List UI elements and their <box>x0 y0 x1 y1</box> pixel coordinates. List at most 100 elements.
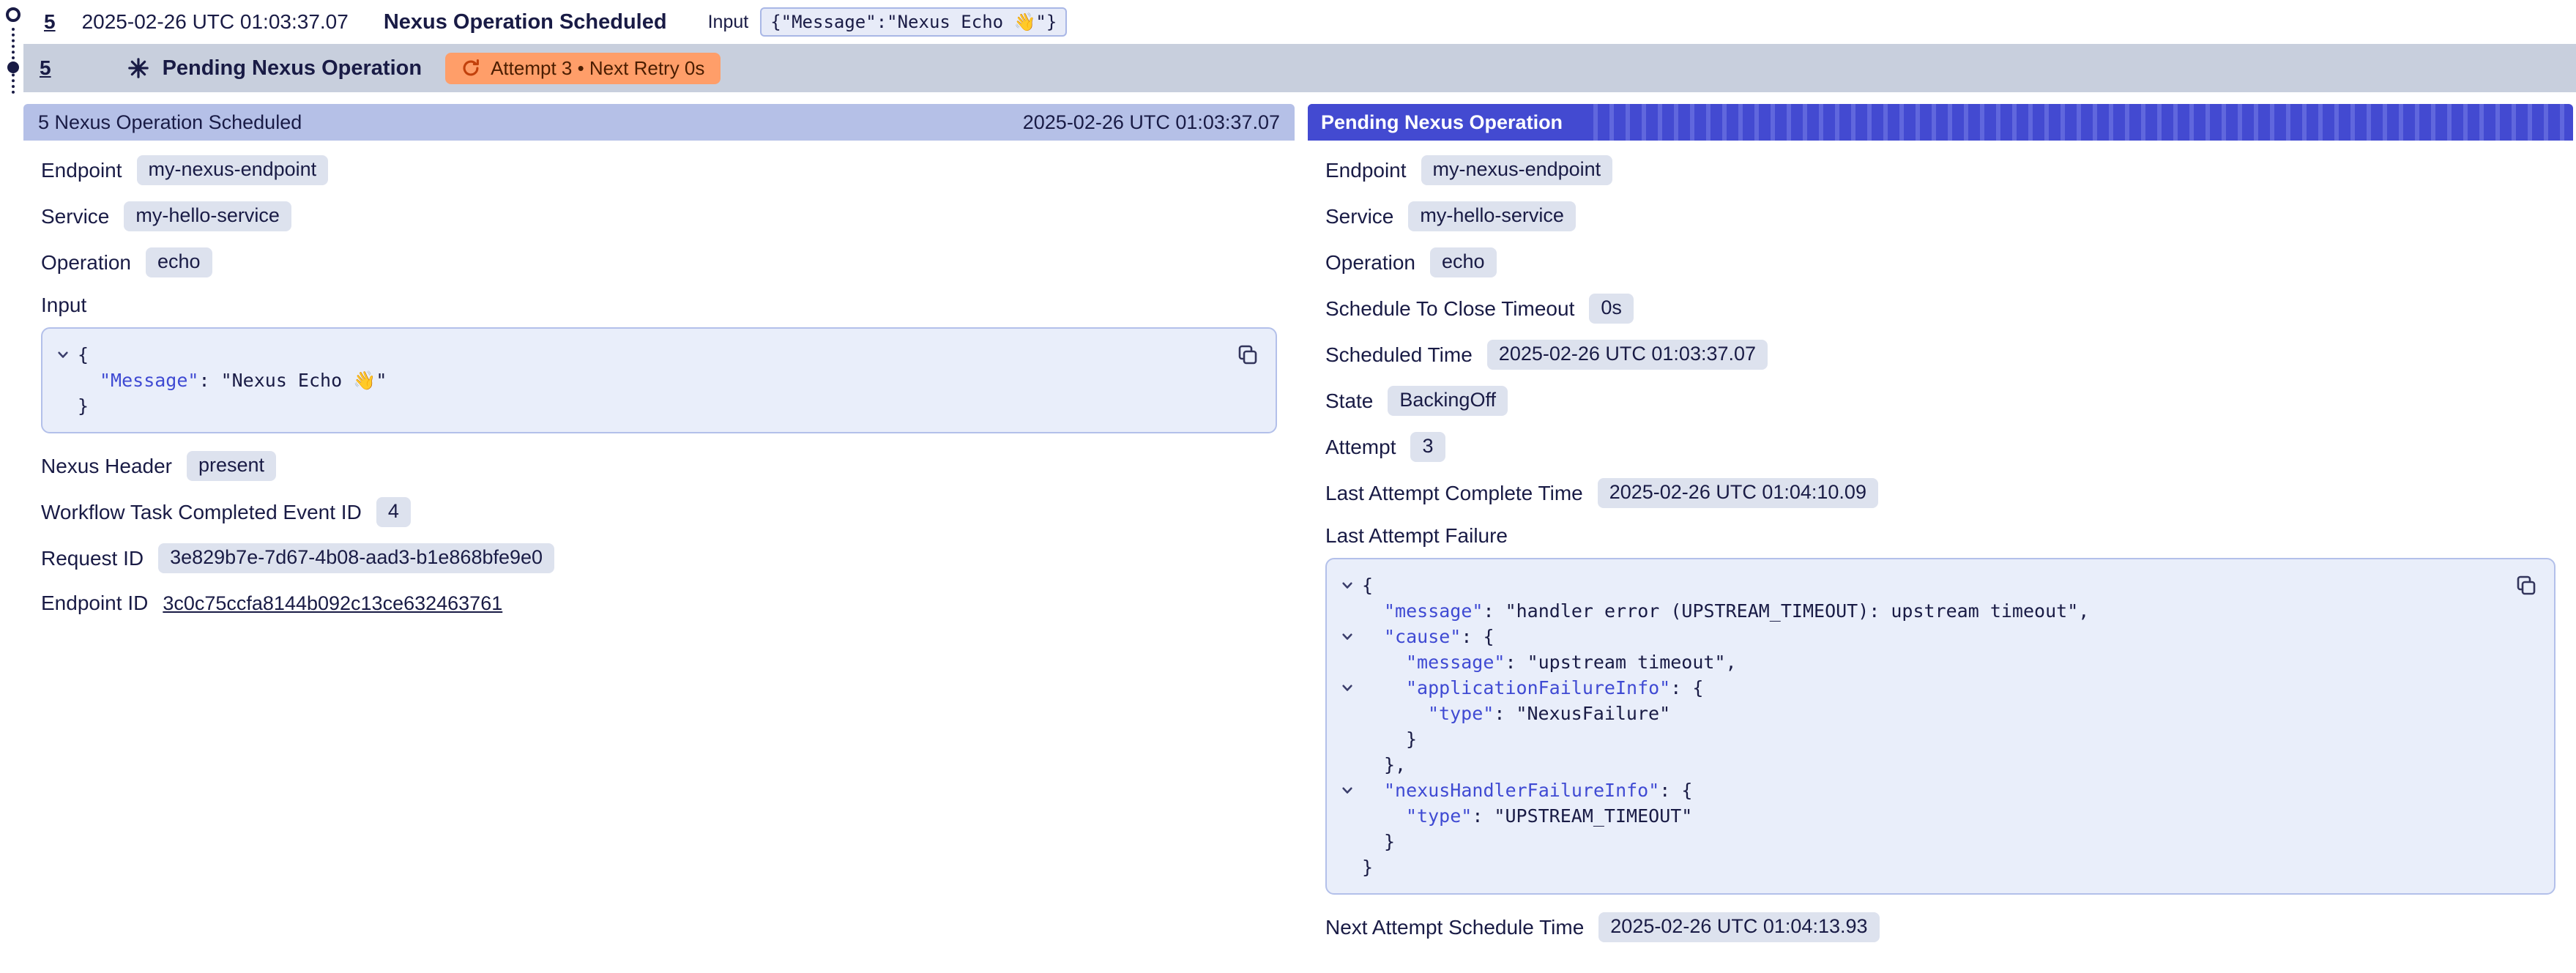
timeline-start-icon <box>6 7 21 22</box>
code-line: "message": "handler error (UPSTREAM_TIME… <box>1333 598 2495 624</box>
event-timestamp: 2025-02-26 UTC 01:03:37.07 <box>82 10 349 34</box>
field-value-chip: my-hello-service <box>124 201 291 231</box>
detail-field: Operation echo <box>41 247 1277 277</box>
code-line: "Message": "Nexus Echo 👋" <box>48 368 1217 393</box>
detail-field: Workflow Task Completed Event ID 4 <box>41 497 1277 527</box>
chevron-down-icon[interactable] <box>1333 573 1362 598</box>
copy-icon[interactable] <box>2512 571 2541 600</box>
event-id-link[interactable]: 5 <box>44 10 56 34</box>
code-line: "type": "UPSTREAM_TIMEOUT" <box>1333 803 2495 829</box>
json-code-block: {"Message": "Nexus Echo 👋"} <box>41 327 1277 433</box>
field-label: Workflow Task Completed Event ID <box>41 501 362 524</box>
json-text: : { <box>1670 675 1703 701</box>
pending-operation-row[interactable]: 5 Pending Nexus Operation Attempt 3 • Ne… <box>23 44 2576 92</box>
code-line: } <box>1333 726 2495 752</box>
code-gutter <box>1333 854 1362 880</box>
field-value-chip: 2025-02-26 UTC 01:04:13.93 <box>1598 912 1879 942</box>
json-text: }, <box>1384 752 1406 778</box>
json-text: "NexusFailure" <box>1516 701 1670 726</box>
detail-field: Last Attempt Failure{"message": "handler… <box>1325 524 2555 895</box>
field-label: Scheduled Time <box>1325 343 1473 367</box>
detail-field: Endpoint ID 3c0c75ccfa8144b092c13ce632463… <box>41 589 1277 617</box>
timeline-dot-icon <box>7 61 19 73</box>
json-text: : <box>1483 598 1505 624</box>
timeline-connector <box>12 28 15 94</box>
field-value-chip: 4 <box>376 497 411 527</box>
json-text: } <box>1406 726 1417 752</box>
pending-panel-header: Pending Nexus Operation <box>1308 104 2573 141</box>
json-text: } <box>1384 829 1395 854</box>
field-label: Next Attempt Schedule Time <box>1325 916 1584 939</box>
json-key: "type" <box>1428 701 1494 726</box>
json-code-block: {"message": "handler error (UPSTREAM_TIM… <box>1325 558 2555 895</box>
json-text: { <box>78 342 89 368</box>
field-value-link[interactable]: 3c0c75ccfa8144b092c13ce632463761 <box>163 592 502 615</box>
event-history-row[interactable]: 5 2025-02-26 UTC 01:03:37.07 Nexus Opera… <box>0 0 2576 44</box>
json-text: "Nexus Echo 👋" <box>221 368 387 393</box>
field-label: Nexus Header <box>41 455 172 478</box>
retry-badge-label: Attempt 3 • Next Retry 0s <box>491 57 704 80</box>
json-text: : <box>1472 803 1494 829</box>
code-line: "type": "NexusFailure" <box>1333 701 2495 726</box>
pending-operation-title: Pending Nexus Operation <box>163 56 422 81</box>
field-label: Endpoint ID <box>41 592 148 615</box>
field-label: Last Attempt Failure <box>1325 524 2555 548</box>
field-value-chip: my-nexus-endpoint <box>137 155 329 185</box>
left-panel-body: Endpoint my-nexus-endpoint Service my-hello… <box>23 141 1295 648</box>
chevron-down-icon[interactable] <box>1333 778 1362 803</box>
field-label: Input <box>41 294 1277 317</box>
detail-field: Servicemy-hello-service <box>1325 201 2555 231</box>
code-gutter <box>48 393 78 419</box>
code-gutter <box>1333 649 1362 675</box>
code-line: "nexusHandlerFailureInfo": { <box>1333 778 2495 803</box>
json-text: "UPSTREAM_TIMEOUT" <box>1494 803 1692 829</box>
detail-field: Input {"Message": "Nexus Echo 👋"} <box>41 294 1277 433</box>
detail-field: StateBackingOff <box>1325 386 2555 416</box>
detail-field: Next Attempt Schedule Time 2025-02-26 UTC… <box>1325 912 2555 942</box>
retry-attempt-badge: Attempt 3 • Next Retry 0s <box>445 53 721 84</box>
chevron-down-icon[interactable] <box>48 342 78 368</box>
pending-event-id-link[interactable]: 5 <box>40 56 51 80</box>
field-label: Attempt <box>1325 436 1396 459</box>
detail-field: Attempt 3 <box>1325 432 2555 462</box>
field-value-chip: my-hello-service <box>1408 201 1576 231</box>
field-value-chip: BackingOff <box>1388 386 1508 416</box>
json-key: "message" <box>1384 598 1483 624</box>
code-gutter <box>1333 598 1362 624</box>
json-key: "type" <box>1406 803 1472 829</box>
copy-icon[interactable] <box>1233 340 1262 370</box>
field-label: Service <box>41 205 109 228</box>
code-line: } <box>1333 829 2495 854</box>
field-label: Endpoint <box>41 159 122 182</box>
retry-icon <box>461 59 480 78</box>
code-line: } <box>1333 854 2495 880</box>
input-label: Input <box>708 12 749 33</box>
json-key: "message" <box>1406 649 1505 675</box>
field-label: Endpoint <box>1325 159 1407 182</box>
field-label: Schedule To Close Timeout <box>1325 297 1574 321</box>
field-label: Request ID <box>41 547 144 570</box>
field-label: Operation <box>41 251 131 275</box>
detail-field: Endpoint my-nexus-endpoint <box>41 155 1277 185</box>
code-gutter <box>1333 803 1362 829</box>
json-text: "upstream timeout", <box>1527 649 1737 675</box>
field-value-chip: echo <box>146 247 212 277</box>
code-line: "applicationFailureInfo": { <box>1333 675 2495 701</box>
code-gutter <box>1333 726 1362 752</box>
field-value-chip: 3 <box>1410 432 1445 462</box>
event-details-header: 5 Nexus Operation Scheduled 2025-02-26 U… <box>23 104 1295 141</box>
event-name: Nexus Operation Scheduled <box>384 10 667 34</box>
code-gutter <box>1333 752 1362 778</box>
chevron-down-icon[interactable] <box>1333 624 1362 649</box>
json-key: "applicationFailureInfo" <box>1406 675 1670 701</box>
json-text: "handler error (UPSTREAM_TIMEOUT): upstr… <box>1505 598 2090 624</box>
code-line: } <box>48 393 1217 419</box>
timeline-gutter <box>0 0 26 105</box>
chevron-down-icon[interactable] <box>1333 675 1362 701</box>
right-panel-body: Endpointmy-nexus-endpointServicemy-hello… <box>1308 141 2573 973</box>
json-text: : { <box>1461 624 1494 649</box>
field-value-chip: 2025-02-26 UTC 01:03:37.07 <box>1487 340 1768 370</box>
code-gutter <box>48 368 78 393</box>
json-key: "Message" <box>100 368 198 393</box>
code-line: { <box>1333 573 2495 598</box>
